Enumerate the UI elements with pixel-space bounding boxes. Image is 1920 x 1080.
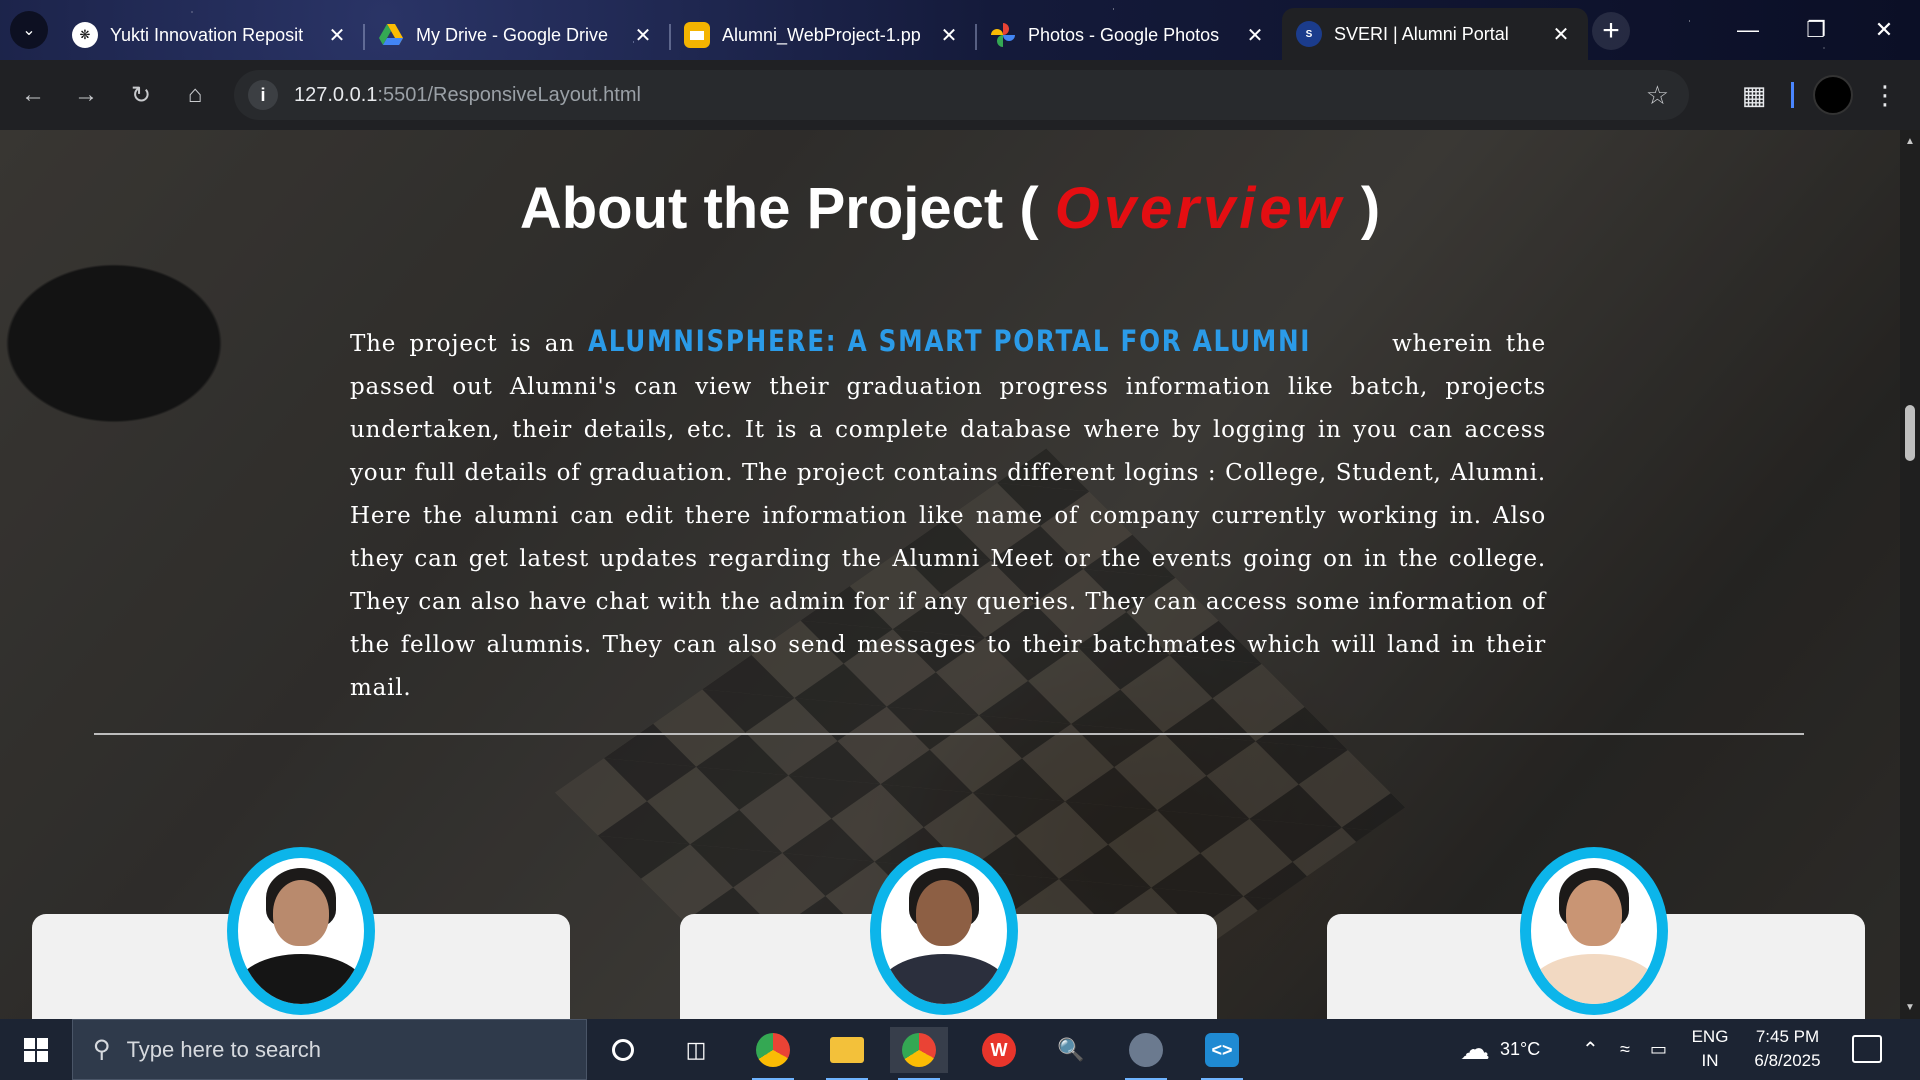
close-tab-icon[interactable]: ✕ <box>1548 22 1574 47</box>
page-scrollbar[interactable]: ▲ ▼ <box>1900 130 1920 1019</box>
tab-yukti[interactable]: ❋ Yukti Innovation Reposit ✕ <box>58 12 365 58</box>
weather-widget[interactable]: ☁ 31°C <box>1460 1019 1540 1080</box>
tab-list: ❋ Yukti Innovation Reposit ✕ My Drive - … <box>58 8 1588 60</box>
github-desktop-icon[interactable] <box>1117 1027 1175 1080</box>
title-accent: Overview <box>1054 176 1345 241</box>
intro-start: The project is an <box>350 331 589 357</box>
page-viewport: About the Project ( Overview ) The proje… <box>0 130 1900 1019</box>
extensions-puzzle-icon[interactable]: ▦ <box>1736 77 1772 113</box>
url-text[interactable]: 127.0.0.1:5501/ResponsiveLayout.html <box>294 84 641 107</box>
title-suffix: ) <box>1344 176 1381 241</box>
tab-title: SVERI | Alumni Portal <box>1334 23 1509 44</box>
avatar-face <box>273 880 329 946</box>
address-bar[interactable]: i 127.0.0.1:5501/ResponsiveLayout.html ☆ <box>234 70 1689 120</box>
about-section: About the Project ( Overview ) The proje… <box>0 130 1900 1019</box>
team-member-avatar <box>870 847 1018 1015</box>
scroll-down-arrow-icon[interactable]: ▼ <box>1904 1002 1916 1014</box>
wps-office-icon[interactable]: W <box>970 1027 1028 1073</box>
google-slides-icon <box>684 22 710 48</box>
weather-temp: 31°C <box>1500 1039 1541 1059</box>
sveri-logo-icon: S <box>1296 21 1322 47</box>
search-icon: ⚲ <box>93 1036 111 1063</box>
close-tab-icon[interactable]: ✕ <box>1242 23 1268 48</box>
close-tab-icon[interactable]: ✕ <box>936 23 962 48</box>
title-prefix: About the Project ( <box>519 176 1055 241</box>
openai-icon: ❋ <box>72 22 98 48</box>
tab-google-drive[interactable]: My Drive - Google Drive ✕ <box>364 12 671 58</box>
battery-icon[interactable]: ▭ <box>1650 1019 1667 1080</box>
tab-search-chevron-icon[interactable]: ⌄ <box>10 11 48 49</box>
clock-time: 7:45 PM <box>1755 1027 1820 1046</box>
close-tab-icon[interactable]: ✕ <box>630 23 656 48</box>
file-explorer-icon[interactable] <box>818 1027 876 1080</box>
windows-taskbar: ⚲ Type here to search ◫ W 🔍 <> ☁ 31°C ⌃ … <box>0 1019 1920 1080</box>
tab-google-photos[interactable]: Photos - Google Photos ✕ <box>976 12 1282 58</box>
tab-title: Alumni_WebProject-1.pp <box>722 24 921 45</box>
show-hidden-icons-chevron-icon[interactable]: ⌃ <box>1582 1019 1599 1080</box>
browser-tab-strip: ⌄ ❋ Yukti Innovation Reposit ✕ My Drive … <box>0 0 1920 60</box>
site-info-icon[interactable]: i <box>248 80 278 110</box>
intro-rest: wherein the passed out Alumni's can view… <box>350 331 1546 701</box>
project-name-highlight: ALUMNISPHERE: A SMART PORTAL FOR ALUMNI <box>588 324 1312 358</box>
new-tab-button[interactable]: + <box>1592 12 1630 50</box>
chrome-profile-icon[interactable] <box>744 1027 802 1080</box>
clock-date: 6/8/2025 <box>1754 1051 1821 1070</box>
url-host: 127.0.0.1 <box>294 83 378 106</box>
lang-code: ENG <box>1691 1027 1729 1046</box>
cloudy-weather-icon: ☁ <box>1460 1033 1490 1066</box>
section-title: About the Project ( Overview ) <box>0 175 1900 242</box>
close-window-icon[interactable]: ✕ <box>1850 8 1918 52</box>
section-divider <box>94 733 1804 735</box>
wifi-icon[interactable]: ≈ <box>1620 1019 1630 1080</box>
restore-icon[interactable]: ❐ <box>1782 8 1850 52</box>
tab-title: My Drive - Google Drive <box>416 24 609 45</box>
browser-toolbar: ← → ↻ ⌂ i 127.0.0.1:5501/ResponsiveLayou… <box>0 60 1920 130</box>
google-drive-icon <box>378 22 404 48</box>
tab-google-slides[interactable]: Alumni_WebProject-1.pp ✕ <box>670 12 977 58</box>
forward-arrow-icon[interactable]: → <box>67 76 105 114</box>
scroll-up-arrow-icon[interactable]: ▲ <box>1904 136 1916 148</box>
close-tab-icon[interactable]: ✕ <box>324 23 350 48</box>
reload-icon[interactable]: ↻ <box>122 76 160 114</box>
tab-sveri-alumni-portal[interactable]: S SVERI | Alumni Portal ✕ <box>1282 8 1588 60</box>
bookmark-star-icon[interactable]: ☆ <box>1646 80 1669 111</box>
scroll-thumb[interactable] <box>1905 405 1915 461</box>
google-photos-icon <box>990 22 1016 48</box>
home-icon[interactable]: ⌂ <box>176 76 214 114</box>
team-member-avatar <box>227 847 375 1015</box>
url-path: :5501/ResponsiveLayout.html <box>377 83 641 106</box>
magnifier-icon[interactable]: 🔍 <box>1042 1027 1100 1073</box>
vscode-icon[interactable]: <> <box>1193 1027 1251 1080</box>
notification-center-icon[interactable] <box>1852 1035 1882 1063</box>
tab-title: Photos - Google Photos <box>1028 24 1220 45</box>
language-indicator[interactable]: ENG IN <box>1688 1025 1732 1073</box>
tab-title: Yukti Innovation Reposit <box>110 24 304 45</box>
taskbar-clock[interactable]: 7:45 PM 6/8/2025 <box>1740 1025 1835 1073</box>
cortana-icon[interactable] <box>594 1027 652 1073</box>
about-paragraph: The project is an ALUMNISPHERE: A SMART … <box>350 320 1546 710</box>
back-arrow-icon[interactable]: ← <box>14 76 52 114</box>
team-member-avatar <box>1520 847 1668 1015</box>
more-options-icon[interactable]: ⋮ <box>1870 75 1900 115</box>
task-view-icon[interactable]: ◫ <box>667 1027 725 1073</box>
minimize-icon[interactable]: — <box>1714 8 1782 52</box>
lang-region: IN <box>1701 1051 1719 1070</box>
profile-avatar[interactable] <box>1813 75 1853 115</box>
taskbar-search[interactable]: ⚲ Type here to search <box>72 1019 587 1080</box>
chrome-icon[interactable] <box>890 1027 948 1080</box>
toolbar-divider <box>1791 82 1794 108</box>
avatar-face <box>1566 880 1622 946</box>
start-button[interactable] <box>0 1019 72 1080</box>
search-placeholder: Type here to search <box>126 1036 322 1062</box>
avatar-face <box>916 880 972 946</box>
windows-logo-icon <box>24 1037 48 1062</box>
